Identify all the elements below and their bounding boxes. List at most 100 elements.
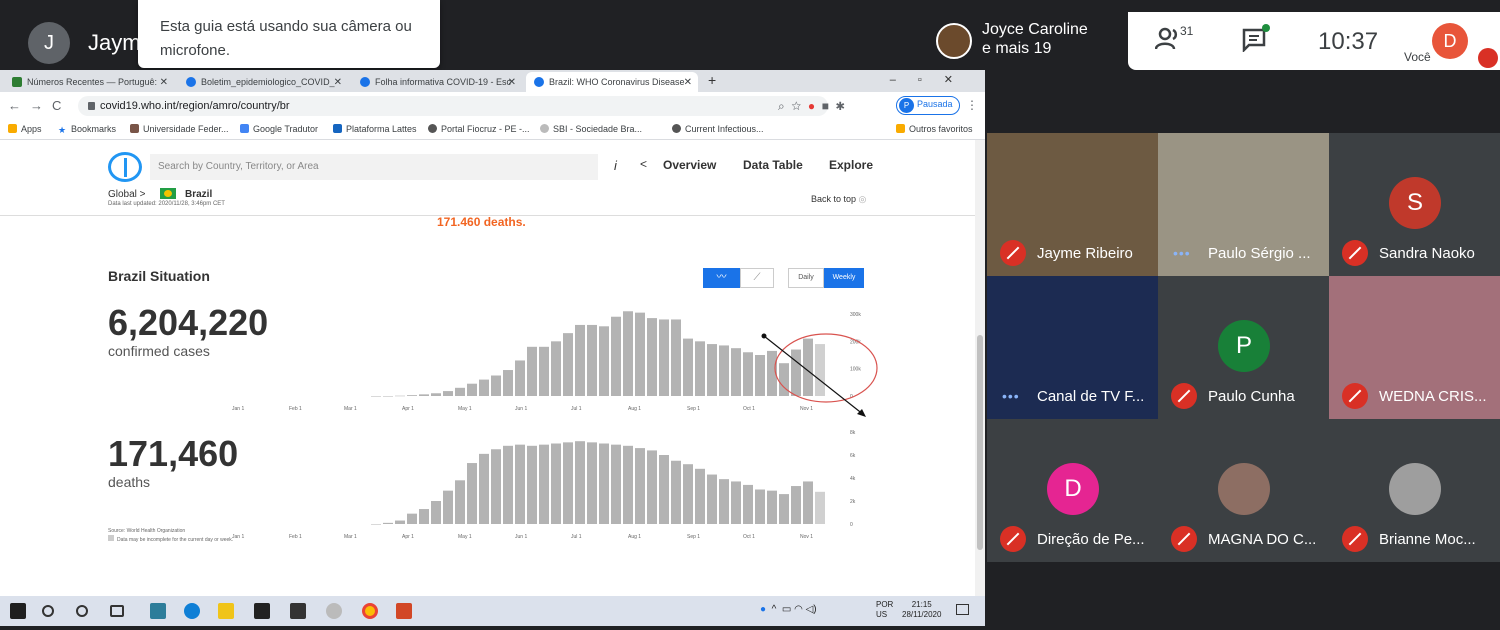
edge-icon[interactable] [184, 603, 200, 619]
window-controls[interactable]: –▫✕ [890, 73, 975, 86]
chart-bar[interactable] [743, 352, 753, 396]
chart-bar[interactable] [611, 316, 621, 396]
chart-bar[interactable] [695, 468, 705, 524]
bookmark-current[interactable]: Current Infectious... [672, 124, 764, 134]
chart-bar[interactable] [659, 319, 669, 396]
chart-bar[interactable] [803, 481, 813, 524]
bookmark-sbi[interactable]: SBI - Sociedade Bra... [540, 124, 642, 134]
participant-tile[interactable]: Brianne Moc... [1329, 419, 1500, 562]
camera-app-icon[interactable] [290, 603, 306, 619]
nav-explore[interactable]: Explore [829, 158, 873, 172]
chart-bar[interactable] [779, 494, 789, 524]
hp-icon[interactable] [326, 603, 342, 619]
browser-tab[interactable]: Folha informativa COVID-19 - Esc ✕ [352, 72, 522, 92]
windows-start-icon[interactable] [10, 603, 26, 619]
chart-bar[interactable] [443, 490, 453, 524]
chart-bar[interactable] [791, 349, 801, 396]
bookmark-lattes[interactable]: Plataforma Lattes [333, 124, 417, 134]
chart-bar[interactable] [575, 324, 585, 396]
chart-bar[interactable] [551, 443, 561, 525]
chart-bar[interactable] [503, 445, 513, 524]
browser-tab-active[interactable]: Brazil: WHO Coronavirus Disease ✕ [526, 72, 698, 92]
close-icon[interactable]: ✕ [508, 77, 516, 88]
info-icon[interactable]: i [614, 158, 617, 173]
chart-bar[interactable] [443, 391, 453, 396]
chart-bar[interactable] [683, 464, 693, 524]
notifications-icon[interactable] [956, 604, 969, 615]
chart-bar[interactable] [599, 443, 609, 525]
chart-bar[interactable] [815, 344, 825, 396]
chart-bar[interactable] [599, 326, 609, 396]
participant-tile[interactable]: WEDNA CRIS... [1329, 276, 1500, 419]
share-icon[interactable]: < [640, 157, 647, 171]
system-clock[interactable]: 21:15 28/11/2020 [902, 600, 941, 620]
chart-bar[interactable] [719, 479, 729, 524]
chart-bar[interactable] [419, 509, 429, 524]
chart-bar[interactable] [587, 442, 597, 524]
powerpoint-icon[interactable] [396, 603, 412, 619]
weekly-button[interactable]: Weekly [824, 268, 864, 288]
chart-bar[interactable] [587, 324, 597, 396]
cortana-icon[interactable] [76, 605, 88, 617]
daily-button[interactable]: Daily [788, 268, 824, 288]
chart-bar[interactable] [527, 445, 537, 524]
scrollbar-thumb[interactable] [977, 335, 983, 550]
chart-bar[interactable] [491, 449, 501, 524]
nav-data-table[interactable]: Data Table [743, 158, 803, 172]
chart-bar[interactable] [479, 379, 489, 396]
chart-bar[interactable] [755, 489, 765, 525]
chart-bar[interactable] [371, 396, 381, 397]
system-tray-icons[interactable]: ● ^ ▭ ◠ ◁) [760, 604, 817, 615]
extension-icon[interactable]: ■ [822, 99, 829, 113]
participant-tile[interactable]: D Direção de Pe... [987, 419, 1158, 562]
chart-bar[interactable] [623, 445, 633, 524]
chart-bar[interactable] [503, 370, 513, 396]
back-to-top-link[interactable]: Back to top ◎ [811, 194, 866, 205]
close-icon[interactable]: ✕ [334, 77, 342, 88]
chrome-icon[interactable] [362, 603, 378, 619]
bookmark-bookmarks[interactable]: ★ Bookmarks [58, 124, 116, 135]
chart-bar[interactable] [731, 481, 741, 524]
chart-bar[interactable] [455, 480, 465, 524]
puzzle-icon[interactable]: ✱ [836, 99, 845, 113]
who-logo-icon[interactable] [108, 152, 142, 182]
chart-bar[interactable] [539, 346, 549, 396]
bookmark-apps[interactable]: Apps [8, 124, 42, 134]
chart-bar[interactable] [731, 348, 741, 396]
navigation-arrows-icon[interactable]: ←→C [8, 98, 70, 113]
bookmark-universidade[interactable]: Universidade Feder... [130, 124, 229, 134]
chart-bar[interactable] [431, 393, 441, 396]
chart-bar[interactable] [383, 396, 393, 397]
close-icon[interactable]: ✕ [160, 77, 168, 88]
chart-bar[interactable] [395, 395, 405, 397]
chart-bar[interactable] [635, 448, 645, 524]
chart-bar[interactable] [539, 444, 549, 524]
participant-tile[interactable]: Jayme Ribeiro [987, 133, 1158, 276]
language-indicator[interactable]: POR US [876, 600, 893, 620]
country-search-input[interactable]: Search by Country, Territory, or Area [150, 154, 598, 180]
nav-overview[interactable]: Overview [663, 158, 716, 172]
chart-bar[interactable] [767, 490, 777, 524]
chart-bar[interactable] [515, 444, 525, 524]
kebab-menu-icon[interactable]: ⋮ [966, 98, 978, 112]
store-icon[interactable] [254, 603, 270, 619]
chart-bar[interactable] [395, 520, 405, 524]
extension-icons[interactable]: ⌕ ☆ ● ■ ✱ [778, 99, 845, 114]
bookmark-tradutor[interactable]: Google Tradutor [240, 124, 318, 134]
breadcrumb-global[interactable]: Global > [108, 189, 146, 200]
chart-bar[interactable] [815, 491, 825, 524]
chart-bar[interactable] [563, 442, 573, 524]
url-input[interactable]: covid19.who.int/region/amro/country/br [78, 96, 828, 116]
chart-bar[interactable] [575, 441, 585, 524]
chart-bar[interactable] [707, 344, 717, 396]
chart-bar[interactable] [671, 319, 681, 396]
chart-bar[interactable] [563, 333, 573, 396]
chart-bar[interactable] [647, 450, 657, 524]
participant-tile[interactable]: P Paulo Cunha [1158, 276, 1329, 419]
chart-bar[interactable] [383, 522, 393, 524]
joyce-avatar[interactable] [936, 23, 972, 59]
chart-bar[interactable] [419, 394, 429, 396]
close-icon[interactable]: ✕ [684, 77, 692, 88]
bookmark-outros[interactable]: Outros favoritos [896, 124, 973, 134]
photos-app-icon[interactable] [150, 603, 166, 619]
